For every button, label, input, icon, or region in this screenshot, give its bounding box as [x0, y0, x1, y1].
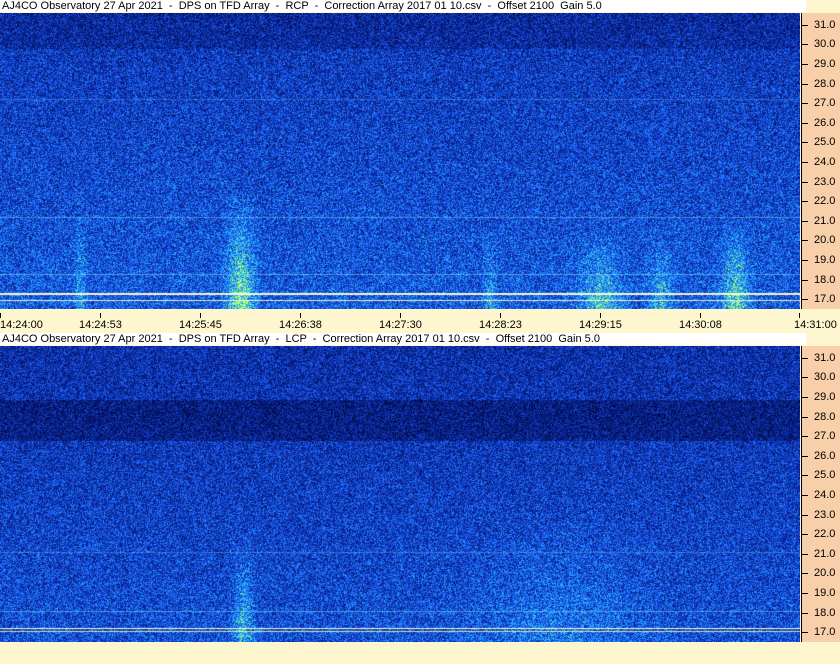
time-tick — [200, 313, 201, 318]
time-label: 14:26:38 — [279, 319, 322, 331]
frequency-label: 23.0 — [814, 508, 836, 521]
rcp-spectrogram — [0, 13, 800, 309]
frequency-tick — [802, 357, 808, 359]
frequency-tick — [802, 494, 808, 496]
lcp-title: AJ4CO Observatory 27 Apr 2021 - DPS on T… — [0, 333, 806, 345]
frequency-label: 20.0 — [814, 567, 836, 580]
frequency-tick — [802, 63, 808, 65]
frequency-tick — [802, 161, 808, 163]
frequency-label: 20.0 — [814, 234, 836, 247]
frequency-tick — [802, 396, 808, 398]
rcp-frequency-axis: 31.0 30.0 29.0 28.0 27.0 26.0 25.0 24.0 23.0 22.0… — [801, 13, 840, 309]
time-tick — [100, 313, 101, 318]
frequency-tick — [802, 299, 808, 301]
rcp-title: AJ4CO Observatory 27 Apr 2021 - DPS on T… — [0, 0, 806, 12]
frequency-tick — [802, 592, 808, 594]
frequency-tick — [802, 259, 808, 261]
frequency-label: 29.0 — [814, 57, 836, 70]
time-tick — [799, 313, 800, 318]
frequency-tick — [802, 220, 808, 222]
time-label: 14:29:15 — [579, 319, 622, 331]
time-tick — [0, 313, 1, 318]
frequency-label: 19.0 — [814, 586, 836, 599]
frequency-tick — [802, 632, 808, 634]
time-label: 14:28:23 — [479, 319, 522, 331]
time-axis: 14:24:00 14:24:53 14:25:45 14:26:38 14:27:30… — [0, 313, 840, 331]
frequency-label: 30.0 — [814, 38, 836, 51]
frequency-tick — [802, 240, 808, 242]
frequency-tick — [802, 279, 808, 281]
frequency-tick — [802, 377, 808, 379]
frequency-label: 18.0 — [814, 606, 836, 619]
lcp-spectrogram — [0, 346, 800, 642]
frequency-tick — [802, 103, 808, 105]
frequency-label: 29.0 — [814, 390, 836, 403]
frequency-tick — [802, 24, 808, 26]
frequency-tick — [802, 455, 808, 457]
frequency-label: 22.0 — [814, 528, 836, 541]
frequency-label: 26.0 — [814, 116, 836, 129]
frequency-label: 18.0 — [814, 273, 836, 286]
time-label: 14:31:00 — [794, 319, 837, 331]
frequency-label: 28.0 — [814, 410, 836, 423]
time-tick — [700, 313, 701, 318]
frequency-label: 25.0 — [814, 136, 836, 149]
time-tick — [300, 313, 301, 318]
frequency-tick — [802, 436, 808, 438]
frequency-label: 24.0 — [814, 488, 836, 501]
frequency-label: 27.0 — [814, 97, 836, 110]
frequency-label: 30.0 — [814, 371, 836, 384]
time-axis-empty — [0, 646, 840, 664]
time-label: 14:27:30 — [379, 319, 422, 331]
frequency-label: 17.0 — [814, 293, 836, 306]
frequency-tick — [802, 416, 808, 418]
frequency-tick — [802, 612, 808, 614]
time-label: 14:24:00 — [0, 319, 43, 331]
time-tick — [400, 313, 401, 318]
time-label: 14:25:45 — [179, 319, 222, 331]
frequency-label: 31.0 — [814, 351, 836, 364]
frequency-label: 22.0 — [814, 195, 836, 208]
time-label: 14:30:08 — [679, 319, 722, 331]
frequency-label: 27.0 — [814, 430, 836, 443]
frequency-tick — [802, 181, 808, 183]
frequency-tick — [802, 553, 808, 555]
frequency-label: 21.0 — [814, 547, 836, 560]
frequency-tick — [802, 475, 808, 477]
frequency-tick — [802, 44, 808, 46]
frequency-label: 26.0 — [814, 449, 836, 462]
frequency-tick — [802, 534, 808, 536]
frequency-label: 31.0 — [814, 18, 836, 31]
frequency-label: 25.0 — [814, 469, 836, 482]
frequency-label: 23.0 — [814, 175, 836, 188]
frequency-tick — [802, 83, 808, 85]
frequency-tick — [802, 142, 808, 144]
frequency-tick — [802, 201, 808, 203]
frequency-label: 24.0 — [814, 155, 836, 168]
frequency-label: 28.0 — [814, 77, 836, 90]
time-label: 14:24:53 — [79, 319, 122, 331]
frequency-tick — [802, 573, 808, 575]
frequency-label: 21.0 — [814, 214, 836, 227]
frequency-label: 17.0 — [814, 626, 836, 639]
frequency-label: 19.0 — [814, 253, 836, 266]
time-tick — [500, 313, 501, 318]
time-tick — [600, 313, 601, 318]
lcp-frequency-axis: 31.0 30.0 29.0 28.0 27.0 26.0 25.0 24.0 23.0 22.0… — [801, 346, 840, 642]
frequency-tick — [802, 122, 808, 124]
frequency-tick — [802, 514, 808, 516]
